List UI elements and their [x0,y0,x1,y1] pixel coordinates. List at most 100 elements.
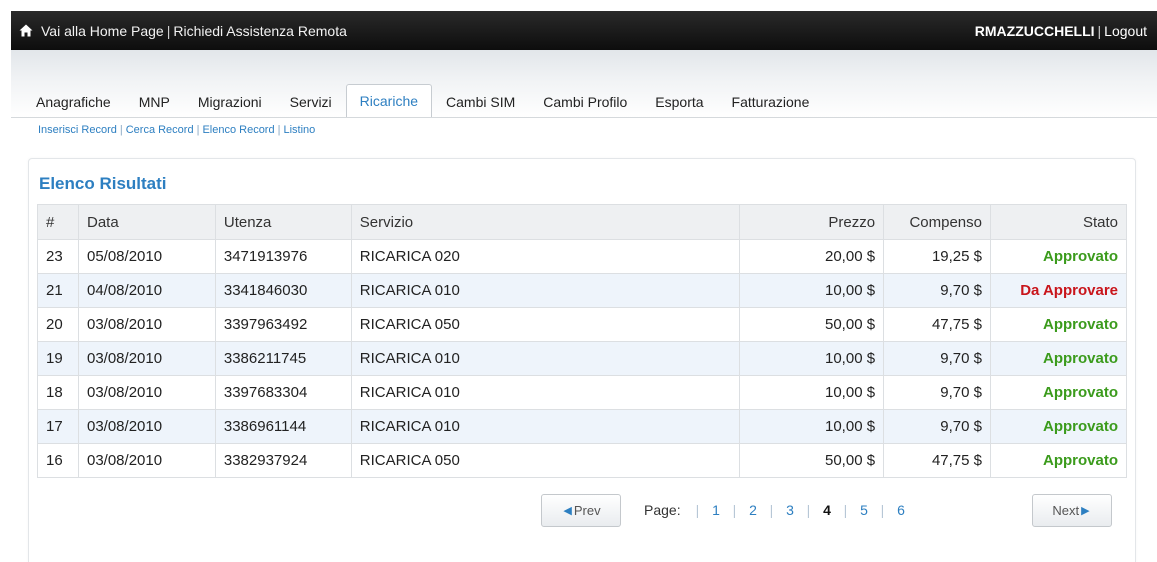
arrow-right-icon: ▶ [1081,505,1090,517]
table-row[interactable]: 23 05/08/2010 3471913976 RICARICA 020 20… [37,239,1127,274]
tab-migrazioni[interactable]: Migrazioni [184,85,276,118]
cell-compenso: 9,70 $ [883,273,991,308]
status-badge: Approvato [990,307,1127,342]
logout-link[interactable]: Logout [1104,23,1147,39]
cell-id: 23 [37,239,79,274]
column-header-id: # [37,204,79,240]
cell-id: 20 [37,307,79,342]
page-separator: | [732,502,737,518]
status-badge: Approvato [990,341,1127,376]
user-separator: | [1097,22,1102,39]
cell-servizio: RICARICA 020 [350,239,741,274]
page-separator: | [806,502,811,518]
page-separator: | [769,502,774,518]
tab-cambi-profilo[interactable]: Cambi Profilo [529,85,641,118]
tab-ricariche[interactable]: Ricariche [345,84,433,118]
prev-label: Prev [573,503,601,518]
cell-servizio: RICARICA 050 [350,307,741,342]
page-link-6[interactable]: 6 [891,502,911,518]
subnav-listino[interactable]: Listino [283,124,315,136]
subnav-elenco-record[interactable]: Elenco Record [202,124,274,136]
cell-servizio: RICARICA 010 [350,375,741,410]
next-button[interactable]: Next ▶ [1032,494,1112,527]
cell-prezzo: 20,00 $ [739,239,885,274]
table-row[interactable]: 20 03/08/2010 3397963492 RICARICA 050 50… [37,307,1127,342]
tabs-divider [11,117,1157,118]
cell-utenza: 3382937924 [214,443,352,478]
cell-data: 03/08/2010 [77,443,216,478]
page-link-3[interactable]: 3 [780,502,800,518]
cell-id: 21 [37,273,79,308]
next-label: Next [1052,503,1080,518]
table-row[interactable]: 18 03/08/2010 3397683304 RICARICA 010 10… [37,375,1127,410]
tab-cambi-sim[interactable]: Cambi SIM [432,85,529,118]
user-area: RMAZZUCCHELLI | Logout [975,23,1147,39]
page-current-4: 4 [823,502,831,518]
remote-assistance-link[interactable]: Richiedi Assistenza Remota [173,23,347,39]
cell-utenza: 3386961144 [214,409,352,444]
cell-utenza: 3471913976 [214,239,352,274]
page-link-5[interactable]: 5 [854,502,874,518]
page-label: Page: [644,502,681,518]
cell-prezzo: 10,00 $ [739,341,885,376]
tab-esporta[interactable]: Esporta [641,85,717,118]
cell-compenso: 47,75 $ [883,307,991,342]
table-row[interactable]: 16 03/08/2010 3382937924 RICARICA 050 50… [37,443,1127,478]
cell-utenza: 3397683304 [214,375,352,410]
cell-servizio: RICARICA 010 [350,341,741,376]
home-page-link[interactable]: Vai alla Home Page [41,23,164,39]
status-badge: Approvato [990,239,1127,274]
cell-compenso: 9,70 $ [883,341,991,376]
results-table: # Data Utenza Servizio Prezzo Compenso S… [37,204,1127,478]
cell-data: 03/08/2010 [77,409,216,444]
cell-compenso: 19,25 $ [883,239,991,274]
column-header-utenza: Utenza [214,204,352,240]
subnav-cerca-record[interactable]: Cerca Record [126,124,194,136]
subnav-inserisci-record[interactable]: Inserisci Record [38,124,117,136]
cell-data: 03/08/2010 [77,307,216,342]
subnav-separator: | [119,124,123,136]
cell-compenso: 47,75 $ [883,443,991,478]
top-bar: Vai alla Home Page | Richiedi Assistenza R… [11,11,1157,50]
table-row[interactable]: 17 03/08/2010 3386961144 RICARICA 010 10… [37,409,1127,444]
sub-navigation: Inserisci Record | Cerca Record | Elenco Rec… [38,124,315,136]
table-row[interactable]: 21 04/08/2010 3341846030 RICARICA 010 10… [37,273,1127,308]
cell-prezzo: 50,00 $ [739,307,885,342]
table-header-row: # Data Utenza Servizio Prezzo Compenso S… [37,204,1127,240]
nav-band: Anagrafiche MNP Migrazioni Servizi Ricar… [11,50,1157,118]
results-panel: Elenco Risultati # Data Utenza Servizio … [28,158,1136,562]
cell-servizio: RICARICA 010 [350,273,741,308]
cell-data: 03/08/2010 [77,341,216,376]
cell-id: 19 [37,341,79,376]
username: RMAZZUCCHELLI [974,22,1095,39]
tab-mnp[interactable]: MNP [125,85,184,118]
page-numbers: | 1 | 2 | 3 | 4 | 5 | 6 [689,502,911,518]
column-header-data: Data [77,204,216,240]
status-badge: Approvato [990,409,1127,444]
page-separator: | [843,502,848,518]
home-icon[interactable] [11,24,41,37]
page-link-2[interactable]: 2 [743,502,763,518]
pagination: ◀ Prev Page: | 1 | 2 | 3 | 4 | 5 | 6 Nex… [29,493,1137,533]
cell-servizio: RICARICA 010 [350,409,741,444]
cell-compenso: 9,70 $ [883,375,991,410]
tab-servizi[interactable]: Servizi [276,85,346,118]
cell-utenza: 3397963492 [214,307,352,342]
prev-button[interactable]: ◀ Prev [541,494,621,527]
cell-id: 16 [37,443,79,478]
top-links: Vai alla Home Page | Richiedi Assistenza R… [41,23,347,39]
cell-id: 18 [37,375,79,410]
page-separator: | [695,502,700,518]
cell-servizio: RICARICA 050 [350,443,741,478]
subnav-separator: | [196,124,200,136]
cell-prezzo: 50,00 $ [739,443,885,478]
tab-fatturazione[interactable]: Fatturazione [718,85,824,118]
top-separator: | [166,22,171,39]
page-link-1[interactable]: 1 [706,502,726,518]
tab-anagrafiche[interactable]: Anagrafiche [27,85,125,118]
subnav-separator: | [277,124,281,136]
status-badge: Approvato [990,443,1127,478]
cell-prezzo: 10,00 $ [739,375,885,410]
table-row[interactable]: 19 03/08/2010 3386211745 RICARICA 010 10… [37,341,1127,376]
cell-data: 03/08/2010 [77,375,216,410]
